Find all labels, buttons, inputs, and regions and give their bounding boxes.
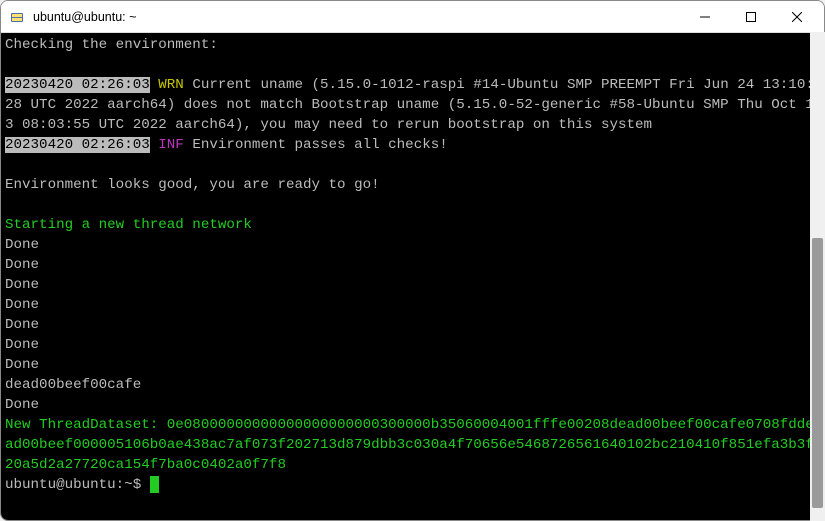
output-line: Done	[5, 277, 39, 293]
output-line	[5, 197, 14, 213]
output-line: Environment looks good, you are ready to…	[5, 177, 380, 193]
terminal-window: ubuntu@ubuntu: ~ Checking the environmen…	[0, 0, 825, 521]
log-level-wrn: WRN	[158, 77, 184, 93]
output-line: Done	[5, 257, 39, 273]
close-button[interactable]	[774, 2, 820, 32]
output-line: Done	[5, 297, 39, 313]
app-icon	[9, 9, 25, 25]
prompt: ubuntu@ubuntu:~$	[5, 477, 150, 493]
window-controls	[682, 2, 820, 32]
output-line: Done	[5, 237, 39, 253]
window-title: ubuntu@ubuntu: ~	[33, 10, 682, 24]
output-line: Done	[5, 317, 39, 333]
scrollbar-thumb[interactable]	[812, 238, 823, 508]
timestamp: 20230420 02:26:03	[5, 77, 150, 93]
output-line	[5, 157, 14, 173]
output-line: Starting a new thread network	[5, 217, 252, 233]
maximize-button[interactable]	[728, 2, 774, 32]
output-line: New ThreadDataset: 0e0800000000000000000…	[5, 417, 814, 473]
output-line	[5, 57, 14, 73]
terminal-body[interactable]: Checking the environment: 20230420 02:26…	[1, 33, 824, 520]
scrollbar-track[interactable]	[810, 32, 825, 521]
output-line: Environment passes all checks!	[192, 137, 447, 153]
output-line: Checking the environment:	[5, 37, 218, 53]
output-line: Done	[5, 337, 39, 353]
titlebar: ubuntu@ubuntu: ~	[1, 1, 824, 33]
minimize-button[interactable]	[682, 2, 728, 32]
cursor	[150, 476, 159, 493]
output-line: dead00beef00cafe	[5, 377, 141, 393]
log-level-inf: INF	[158, 137, 184, 153]
output-line: Done	[5, 357, 39, 373]
timestamp: 20230420 02:26:03	[5, 137, 150, 153]
output-line: Done	[5, 397, 39, 413]
